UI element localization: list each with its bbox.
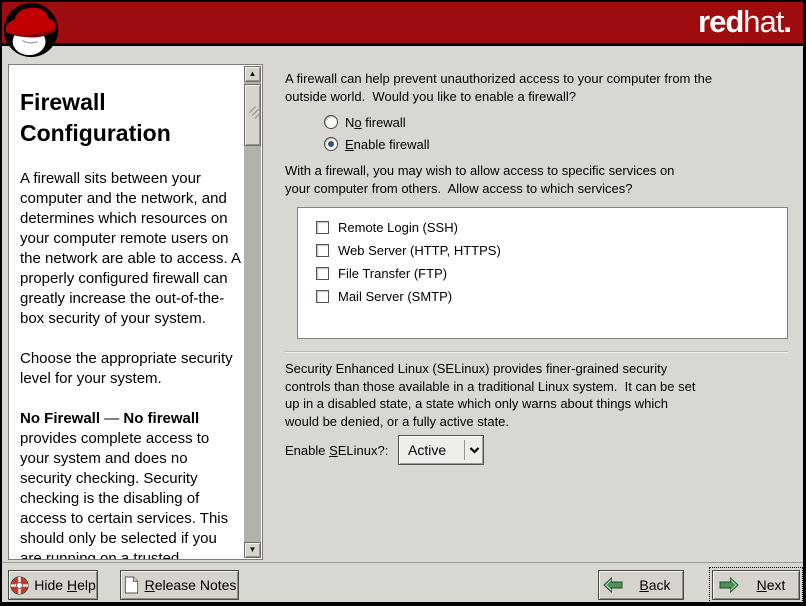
service-row-web[interactable]: Web Server (HTTP, HTTPS) <box>316 241 501 259</box>
help-scrollbar[interactable]: ▲ ▼ <box>244 66 261 558</box>
selinux-description-text: Security Enhanced Linux (SELinux) provid… <box>285 360 705 430</box>
arrow-left-icon <box>603 577 623 593</box>
selinux-dropdown[interactable]: Active <box>398 435 484 465</box>
thumb-grip <box>249 106 256 113</box>
selinux-label: Enable SELinux?: <box>285 443 388 458</box>
installer-window: redhat. Firewall Configuration A firewal… <box>0 0 806 606</box>
help-title: Firewall Configuration <box>20 87 242 149</box>
checkbox-icon[interactable] <box>316 244 329 257</box>
firewall-intro-text: A firewall can help prevent unauthorized… <box>285 70 753 106</box>
release-notes-label: Release Notes <box>145 577 237 593</box>
brand-light: hat <box>743 4 783 39</box>
section-separator <box>285 351 788 353</box>
checkbox-icon[interactable] <box>316 290 329 303</box>
service-row-ftp[interactable]: File Transfer (FTP) <box>316 264 447 282</box>
service-label: Remote Login (SSH) <box>338 220 458 235</box>
radio-enable-firewall-label: Enable firewall <box>345 137 430 152</box>
window-content: redhat. Firewall Configuration A firewal… <box>2 2 803 602</box>
help-paragraph-2: Choose the appropriate security level fo… <box>20 349 242 389</box>
back-label: Back <box>639 577 670 593</box>
help-text: Firewall Configuration A firewall sits b… <box>20 65 242 560</box>
services-question-text: With a firewall, you may wish to allow a… <box>285 162 699 198</box>
help-paragraph-3: No Firewall — No firewall provides compl… <box>20 409 242 560</box>
no-firewall-term: No Firewall <box>20 410 100 427</box>
radio-button-icon[interactable] <box>324 115 338 129</box>
selinux-dropdown-value: Active <box>399 442 464 458</box>
chevron-down-icon <box>465 446 483 454</box>
next-button[interactable]: Next <box>712 570 800 600</box>
title-banner: redhat. <box>2 2 803 46</box>
service-label: Web Server (HTTP, HTTPS) <box>338 243 501 258</box>
life-preserver-icon <box>10 576 29 595</box>
no-firewall-term-2: No firewall <box>123 410 199 427</box>
redhat-wordmark: redhat. <box>698 4 791 40</box>
scroll-down-icon: ▼ <box>249 545 257 554</box>
redhat-shadowman-icon <box>3 2 61 60</box>
checkbox-icon[interactable] <box>316 221 329 234</box>
scroll-down-button[interactable]: ▼ <box>244 542 261 558</box>
service-row-ssh[interactable]: Remote Login (SSH) <box>316 218 458 236</box>
release-notes-button[interactable]: Release Notes <box>120 570 239 600</box>
service-label: File Transfer (FTP) <box>338 266 447 281</box>
back-button[interactable]: Back <box>598 570 684 600</box>
radio-button-selected-icon[interactable] <box>324 137 338 151</box>
hide-help-label: Hide Help <box>34 577 96 593</box>
services-list: Remote Login (SSH) Web Server (HTTP, HTT… <box>297 207 788 339</box>
scroll-up-button[interactable]: ▲ <box>244 66 261 82</box>
button-bar: Hide Help Release Notes Back <box>2 562 803 602</box>
brand-bold: red <box>698 4 743 39</box>
scrollbar-thumb[interactable] <box>244 84 261 146</box>
help-paragraph-1: A firewall sits between your computer an… <box>20 169 242 329</box>
radio-enable-firewall[interactable]: Enable firewall <box>324 135 430 153</box>
service-row-smtp[interactable]: Mail Server (SMTP) <box>316 287 452 305</box>
hide-help-button[interactable]: Hide Help <box>8 570 98 600</box>
document-icon <box>123 575 140 595</box>
arrow-right-icon <box>719 577 739 593</box>
radio-no-firewall[interactable]: No firewall <box>324 113 406 131</box>
help-panel: Firewall Configuration A firewall sits b… <box>8 64 263 560</box>
radio-no-firewall-label: No firewall <box>345 115 406 130</box>
brand-period: . <box>783 4 791 39</box>
next-label: Next <box>757 577 786 593</box>
service-label: Mail Server (SMTP) <box>338 289 452 304</box>
scroll-up-icon: ▲ <box>249 69 257 78</box>
checkbox-icon[interactable] <box>316 267 329 280</box>
